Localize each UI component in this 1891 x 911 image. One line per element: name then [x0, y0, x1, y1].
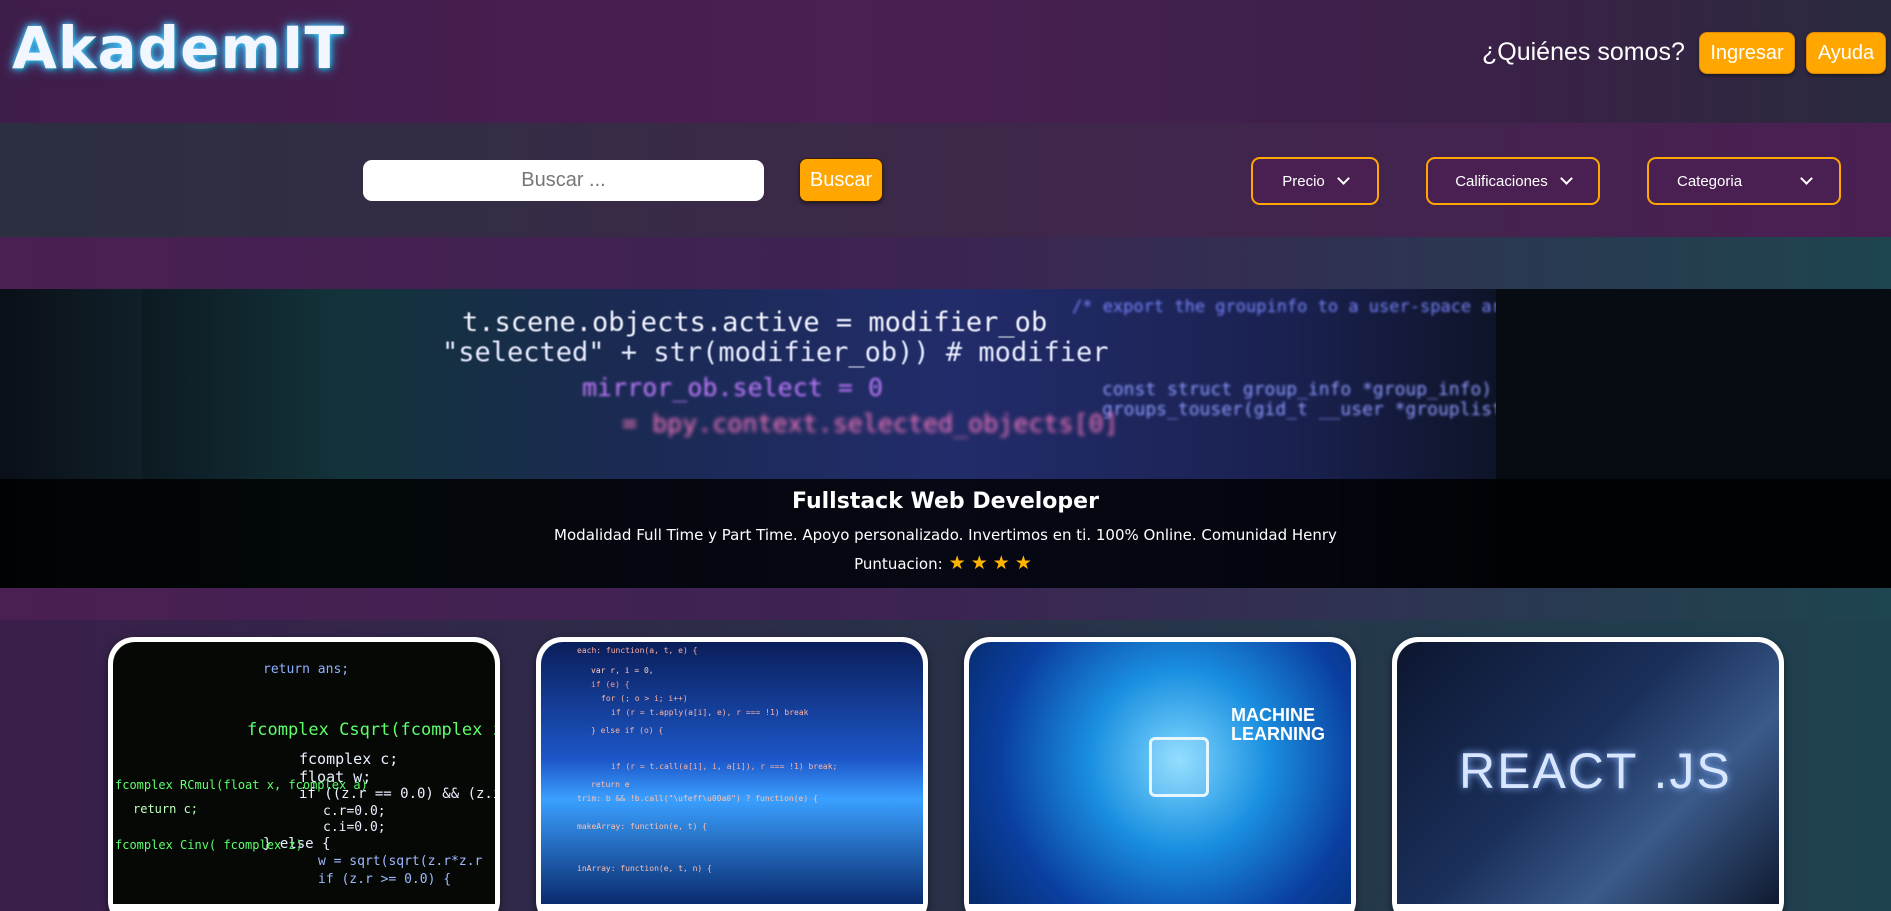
react-js-label: REACT .JS: [1459, 743, 1732, 799]
code-line: if (z.r >= 0.0) {: [318, 872, 452, 887]
star-icon: ★: [992, 552, 1010, 574]
rating-stars: ★ ★ ★ ★: [949, 554, 1037, 573]
site-logo[interactable]: AkademIT: [12, 14, 345, 82]
course-card[interactable]: MACHINE LEARNING: [964, 637, 1356, 911]
chevron-down-icon: [1336, 172, 1350, 185]
course-card[interactable]: REACT .JS: [1392, 637, 1784, 911]
search-input[interactable]: [363, 160, 764, 201]
code-line: groups_touser(gid_t __user *grouplist,: [1102, 399, 1496, 420]
course-image: return ans; fcomplex Csqrt(fcomplex z) f…: [113, 642, 495, 904]
code-line: } else if (o) {: [591, 726, 664, 735]
course-card[interactable]: return ans; fcomplex Csqrt(fcomplex z) f…: [108, 637, 500, 911]
course-image: each: function(a, t, e) { var r, i = 0, …: [541, 642, 923, 904]
login-button[interactable]: Ingresar: [1699, 32, 1795, 74]
code-line: return e: [591, 780, 630, 789]
ml-label-line2: LEARNING: [1231, 724, 1325, 744]
course-image: REACT .JS: [1397, 642, 1779, 904]
code-line: c.i=0.0;: [323, 820, 386, 835]
code-line: trim: b && !b.call("\ufeff\u00a0") ? fun…: [577, 794, 818, 803]
chevron-down-icon: [1559, 172, 1573, 185]
top-header: AkademIT ¿Quiénes somos? Ingresar Ayuda: [0, 0, 1891, 123]
category-filter-label: Categoria: [1677, 172, 1743, 190]
code-line: each: function(a, t, e) {: [577, 646, 698, 655]
help-button[interactable]: Ayuda: [1806, 32, 1886, 74]
code-line: fcomplex Cinv( fcomplex z): [115, 838, 303, 852]
price-filter-dropdown[interactable]: Precio: [1251, 157, 1379, 205]
featured-caption: Fullstack Web Developer Modalidad Full T…: [0, 479, 1891, 588]
code-line: fcomplex c;: [299, 750, 399, 768]
ratings-filter-dropdown[interactable]: Calificaciones: [1426, 157, 1600, 205]
code-line: t.scene.objects.active = modifier_ob: [462, 307, 1048, 338]
code-line: const struct group_info *group_info): [1102, 379, 1493, 400]
star-icon: ★: [970, 552, 988, 574]
price-filter-label: Precio: [1282, 172, 1325, 190]
code-line: return ans;: [263, 662, 350, 677]
chevron-down-icon: [1800, 172, 1813, 185]
featured-course-description: Modalidad Full Time y Part Time. Apoyo p…: [554, 526, 1337, 544]
featured-course-banner[interactable]: /* export the groupinfo to a user-space …: [0, 289, 1891, 588]
about-us-link[interactable]: ¿Quiénes somos?: [1482, 38, 1685, 67]
code-line: c.r=0.0;: [323, 804, 386, 819]
category-filter-dropdown[interactable]: Categoria: [1647, 157, 1841, 205]
code-line: for (; o > i; i++): [601, 694, 688, 703]
code-line: inArray: function(e, t, n) {: [577, 864, 712, 873]
featured-course-rating: Puntuacion: ★ ★ ★ ★: [0, 554, 1891, 573]
course-card[interactable]: each: function(a, t, e) { var r, i = 0, …: [536, 637, 928, 911]
ratings-filter-label: Calificaciones: [1455, 172, 1548, 190]
code-line: if (r = t.apply(a[i], e), r === !1) brea…: [611, 708, 809, 717]
featured-course-title[interactable]: Fullstack Web Developer: [0, 489, 1891, 514]
rating-label: Puntuacion:: [854, 554, 943, 573]
ml-label-line1: MACHINE: [1231, 705, 1315, 725]
code-line: mirror_ob.select = 0: [582, 373, 884, 402]
code-line: fcomplex Csqrt(fcomplex z): [247, 720, 495, 740]
code-line: return c;: [133, 802, 199, 816]
star-icon: ★: [1014, 552, 1032, 574]
code-line: makeArray: function(e, t) {: [577, 822, 708, 831]
machine-learning-label: MACHINE LEARNING: [1231, 706, 1325, 744]
code-line: /* export the groupinfo to a user-space …: [1072, 297, 1496, 317]
course-image: MACHINE LEARNING: [969, 642, 1351, 904]
search-button[interactable]: Buscar: [799, 158, 883, 202]
code-line: w = sqrt(sqrt(z.r*z.r: [318, 854, 483, 869]
star-icon: ★: [948, 552, 966, 574]
code-line: var r, i = 0,: [591, 666, 654, 675]
code-line: fcomplex RCmul(float x, fcomplex a): [115, 778, 368, 792]
brain-chip-icon: [1149, 737, 1209, 797]
code-line: "selected" + str(modifier_ob)) # modifie…: [442, 337, 1109, 368]
code-line: = bpy.context.selected_objects[0]: [622, 409, 1119, 438]
code-line: if (e) {: [591, 680, 630, 689]
filter-bar: Buscar Precio Calificaciones Categoria: [0, 123, 1891, 237]
code-line: if (r = t.call(a[i], i, a[i]), r === !1)…: [611, 762, 838, 771]
